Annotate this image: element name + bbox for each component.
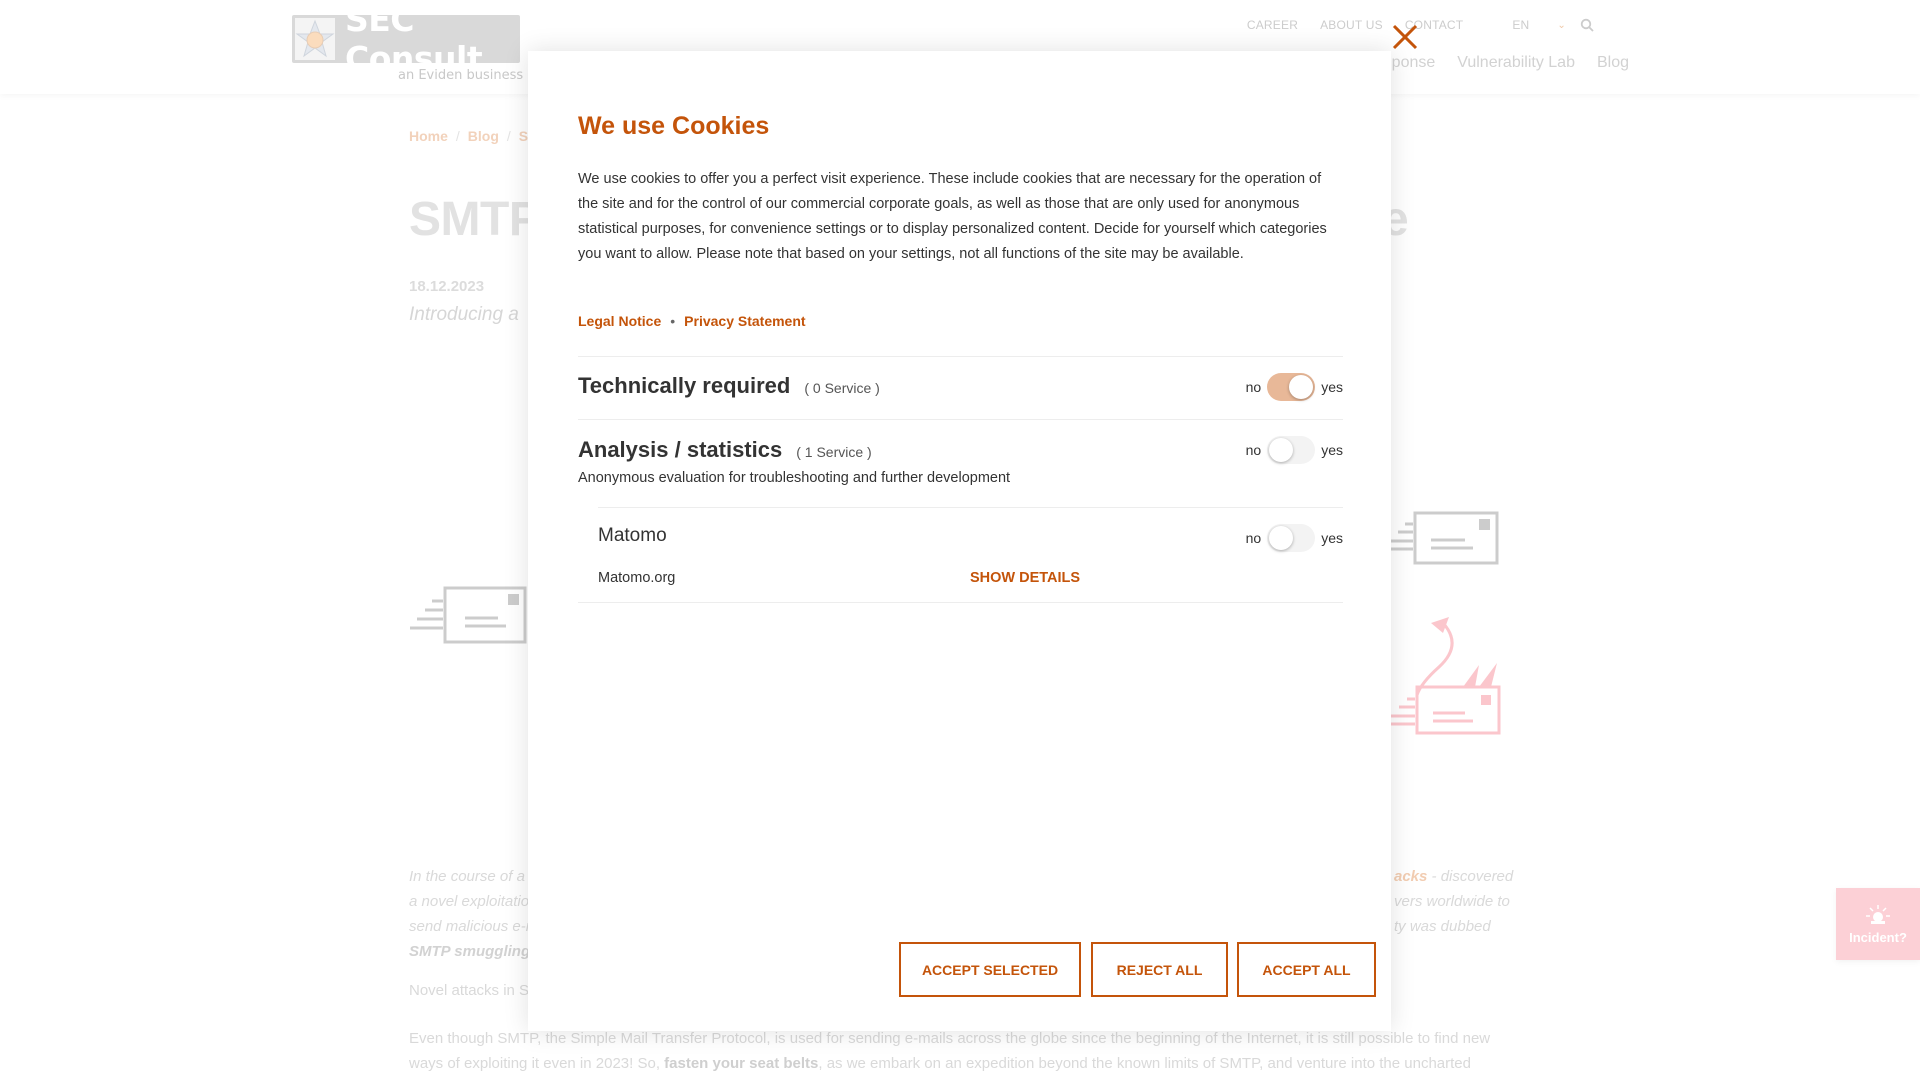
article-subtitle: Introducing a — [409, 304, 519, 325]
top-nav-career[interactable]: CAREER — [1247, 18, 1298, 32]
breadcrumb: Home / Blog / S — [409, 128, 528, 144]
star-logo-icon — [295, 18, 335, 60]
toggle-no-label: no — [1245, 442, 1262, 458]
switch-knob — [1289, 375, 1314, 399]
incident-button[interactable]: Incident? — [1836, 888, 1920, 960]
legal-notice-link[interactable]: Legal Notice — [578, 313, 661, 329]
category-analysis-statistics: Analysis / statistics ( 1 Service ) — [578, 437, 872, 463]
switch-knob — [1269, 438, 1294, 462]
article-body: Even though SMTP, the Simple Mail Transf… — [409, 1026, 1519, 1076]
category-technically-required: Technically required ( 0 Service ) — [578, 373, 880, 399]
main-nav: ponse Vulnerability Lab Blog — [1392, 54, 1629, 72]
service-name: Matomo — [598, 525, 667, 546]
section-heading: Novel attacks in S — [409, 982, 530, 999]
toggle-yes-label: yes — [1321, 442, 1343, 458]
top-nav-about-us[interactable]: ABOUT US — [1320, 18, 1383, 32]
accept-all-button[interactable]: ACCEPT ALL — [1237, 942, 1376, 997]
toggle-yes-label: yes — [1321, 530, 1343, 546]
breadcrumb-home[interactable]: Home — [409, 128, 448, 144]
category-description: Anonymous evaluation for troubleshooting… — [578, 470, 1011, 486]
article-title: SMTP — [409, 193, 541, 246]
divider — [578, 602, 1343, 603]
envelope-illustration-icon — [410, 586, 527, 644]
body-bold-text: fasten your seat belts — [664, 1055, 819, 1072]
toggle-no-label: no — [1245, 530, 1262, 546]
divider — [578, 356, 1343, 357]
analysis-statistics-switch[interactable] — [1267, 436, 1316, 464]
breadcrumb-separator: / — [506, 128, 511, 144]
main-nav-blog[interactable]: Blog — [1597, 54, 1629, 72]
toggle-technically-required: no yes — [1246, 373, 1343, 401]
smuggled-envelope-illustration-icon — [1391, 617, 1501, 735]
chevron-down-icon: ⌄ — [1557, 19, 1566, 31]
article-date: 18.12.2023 — [409, 278, 485, 295]
matomo-switch[interactable] — [1267, 524, 1316, 552]
breadcrumb-current: S — [518, 128, 529, 144]
main-nav-incident-response[interactable]: ponse — [1392, 54, 1436, 72]
divider — [598, 507, 1343, 508]
logo[interactable]: SEC Consult — [292, 0, 520, 78]
logo-subtext: an Eviden business — [398, 68, 524, 83]
cookie-dialog-links: Legal Notice • Privacy Statement — [578, 313, 806, 329]
toggle-yes-label: yes — [1321, 379, 1343, 395]
language-label: EN — [1512, 18, 1530, 32]
breadcrumb-blog[interactable]: Blog — [468, 128, 499, 144]
envelope-illustration-icon — [1391, 511, 1499, 565]
intro-line: In the course of a — [409, 868, 525, 885]
intro-line: - discovered — [1427, 868, 1514, 885]
intro-line: vers worldwide to — [1394, 893, 1510, 910]
divider — [578, 419, 1343, 420]
breadcrumb-separator: / — [455, 128, 460, 144]
technically-required-switch[interactable] — [1267, 373, 1316, 401]
cookie-dialog-description: We use cookies to offer you a perfect vi… — [578, 171, 1327, 262]
main-nav-vulnerability-lab[interactable]: Vulnerability Lab — [1457, 54, 1575, 72]
switch-knob — [1269, 526, 1294, 550]
siren-icon — [1866, 904, 1890, 924]
close-icon[interactable] — [1390, 22, 1420, 52]
link-separator: • — [670, 313, 676, 329]
search-icon[interactable] — [1580, 18, 1594, 32]
intro-bold-term: SMTP smuggling. — [409, 943, 529, 960]
category-title: Analysis / statistics — [578, 437, 783, 462]
incident-label: Incident? — [1849, 929, 1907, 945]
cookie-dialog-title: We use Cookies — [578, 112, 770, 140]
toggle-analysis-statistics: no yes — [1246, 436, 1343, 464]
body-line: , as we embark on an expedition beyond t… — [818, 1055, 1471, 1072]
accept-selected-button[interactable]: ACCEPT SELECTED — [899, 942, 1081, 997]
toggle-matomo: no yes — [1246, 524, 1343, 552]
intro-right-column: acks - discovered vers worldwide to ty w… — [1394, 864, 1534, 939]
body-line: ways of exploiting it even in 2023! So, — [409, 1055, 665, 1072]
intro-line: a novel exploitatio — [409, 893, 529, 910]
intro-line: send malicious e-r — [409, 918, 529, 935]
intro-link[interactable]: acks — [1394, 868, 1427, 885]
service-provider: Matomo.org — [598, 570, 676, 586]
category-count: ( 0 Service ) — [804, 380, 880, 396]
privacy-statement-link[interactable]: Privacy Statement — [684, 313, 805, 329]
intro-line: ty was dubbed — [1394, 918, 1491, 935]
intro-left-column: In the course of a a novel exploitatio s… — [409, 864, 529, 964]
category-count: ( 1 Service ) — [796, 444, 872, 460]
cookie-consent-dialog: We use Cookies We use cookies to offer y… — [528, 51, 1391, 1031]
reject-all-button[interactable]: REJECT ALL — [1091, 942, 1228, 997]
category-title: Technically required — [578, 373, 791, 398]
show-details-button[interactable]: SHOW DETAILS — [970, 570, 1080, 586]
logo-text: SEC Consult — [345, 0, 483, 78]
language-selector[interactable]: EN ⌄ — [1490, 18, 1566, 32]
toggle-no-label: no — [1245, 379, 1262, 395]
